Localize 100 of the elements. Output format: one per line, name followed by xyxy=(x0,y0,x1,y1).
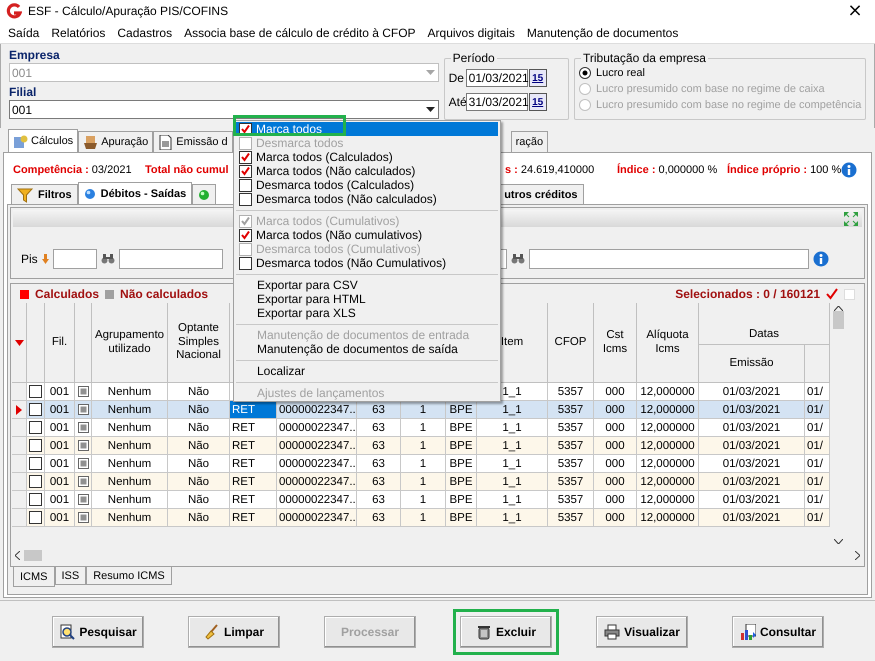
checkbox[interactable] xyxy=(29,511,42,524)
checkbox[interactable] xyxy=(239,164,252,178)
table-cell: 001 xyxy=(45,455,75,473)
table-cell: Não xyxy=(168,437,230,455)
column-header[interactable]: Agrupamento utilizado xyxy=(92,303,168,383)
column-header[interactable]: Alíquota Icms xyxy=(637,303,699,383)
date-field[interactable]: 31/03/2021 xyxy=(466,93,528,111)
info-icon[interactable] xyxy=(812,251,829,267)
arrow-down-icon[interactable] xyxy=(834,539,843,544)
menu-item[interactable]: Relatórios xyxy=(45,26,112,40)
menu-item[interactable]: Desmarca todos (Não Cumulativos) xyxy=(236,256,498,270)
checkbox[interactable] xyxy=(239,178,252,192)
tab[interactable] xyxy=(192,184,216,204)
arrow-up-icon[interactable] xyxy=(834,306,843,311)
checkbox[interactable] xyxy=(29,457,42,470)
button[interactable]: Visualizar xyxy=(596,616,688,648)
tab[interactable]: Débitos - Saídas xyxy=(78,182,192,204)
input-field[interactable] xyxy=(118,249,223,269)
radio-icon[interactable] xyxy=(579,67,591,79)
input-field[interactable] xyxy=(52,249,97,269)
table-cell: 01/03/2021 xyxy=(699,383,805,401)
dot-icon xyxy=(84,188,96,200)
scroll-thumb[interactable] xyxy=(833,311,844,329)
tab[interactable]: utros créditos xyxy=(498,184,584,204)
close-button[interactable]: × xyxy=(835,0,875,22)
column-header[interactable] xyxy=(12,303,27,383)
menu-item[interactable]: Manutenção de documentos xyxy=(520,26,684,40)
arrow-right-icon[interactable] xyxy=(855,551,860,560)
table-cell: 63 xyxy=(357,455,401,473)
table-cell: 000 xyxy=(594,473,637,491)
arrow-down-icon xyxy=(42,254,49,264)
checkbox[interactable] xyxy=(29,493,42,506)
calendar-button[interactable]: 15 xyxy=(528,69,547,87)
input-field[interactable] xyxy=(528,249,809,269)
tab[interactable]: Cálculos xyxy=(8,129,78,152)
table-cell: 001 xyxy=(45,401,75,419)
menu-item[interactable]: Exportar para CSV xyxy=(236,278,498,292)
checkbox[interactable] xyxy=(239,150,252,164)
info-icon[interactable] xyxy=(841,162,858,178)
table-cell: 12,000000 xyxy=(637,419,699,437)
tab[interactable]: ração xyxy=(510,131,548,152)
table-cell: 1 xyxy=(401,455,446,473)
menu-item[interactable]: Marca todos (Calculados) xyxy=(236,150,498,164)
checkbox[interactable] xyxy=(29,421,42,434)
date-field[interactable]: 01/03/2021 xyxy=(466,69,528,87)
menu-item[interactable]: Marca todos (Não calculados) xyxy=(236,164,498,178)
menu-item[interactable]: Cadastros xyxy=(111,26,178,40)
arrow-left-icon[interactable] xyxy=(15,551,20,560)
row-header[interactable] xyxy=(12,401,27,419)
checkbox[interactable] xyxy=(239,228,252,242)
tab[interactable]: Filtros xyxy=(11,184,78,204)
menu-item[interactable]: Associa base de cálculo de crédito à CFOP xyxy=(178,26,422,40)
tab[interactable]: Emissão d xyxy=(153,131,233,152)
tab[interactable]: ICMS xyxy=(13,567,54,587)
scroll-thumb[interactable] xyxy=(24,550,42,561)
checkbox[interactable] xyxy=(29,475,42,488)
table-cell: RET xyxy=(230,509,277,527)
menu-item[interactable]: Desmarca todos (Não calculados) xyxy=(236,192,498,206)
status-icon xyxy=(78,494,88,505)
binoculars-icon[interactable] xyxy=(510,254,525,264)
calendar-button[interactable]: 15 xyxy=(528,93,547,111)
tab[interactable]: ISS xyxy=(54,567,86,585)
checkbox[interactable] xyxy=(239,192,252,206)
scrollbar[interactable] xyxy=(12,547,863,564)
menu-item[interactable]: Desmarca todos (Calculados) xyxy=(236,178,498,192)
binoculars-icon[interactable] xyxy=(100,254,115,264)
menu-item[interactable]: Saída xyxy=(2,26,46,40)
button[interactable]: Pesquisar xyxy=(52,616,144,648)
menu-item[interactable]: Exportar para HTML xyxy=(236,292,498,306)
button[interactable]: Limpar xyxy=(188,616,280,648)
column-header[interactable]: Fil. xyxy=(45,303,75,383)
button[interactable]: Excluir xyxy=(460,616,552,648)
menu-item[interactable]: Arquivos digitais xyxy=(422,26,521,40)
column-header[interactable]: Emissão xyxy=(699,345,805,383)
combo-box[interactable]: 001 xyxy=(9,100,439,119)
dropdown-icon[interactable] xyxy=(426,107,435,112)
tab[interactable]: Resumo ICMS xyxy=(86,567,172,585)
table-cell: 001 xyxy=(45,383,75,401)
checkbox[interactable] xyxy=(29,403,42,416)
menu-item[interactable]: Marca todos (Não cumulativos) xyxy=(236,228,498,242)
checkbox[interactable] xyxy=(239,256,252,270)
tab[interactable]: Apuração xyxy=(78,131,154,152)
column-header[interactable]: CFOP xyxy=(548,303,594,383)
broom-icon xyxy=(204,624,220,640)
sort-icon[interactable] xyxy=(14,340,24,346)
column-group-header: Datas xyxy=(699,303,830,345)
checkbox[interactable] xyxy=(29,439,42,452)
table-cell: RET xyxy=(230,491,277,509)
radio-button[interactable]: Lucro real xyxy=(579,65,861,81)
button[interactable]: Consultar xyxy=(732,616,824,648)
checkbox[interactable] xyxy=(29,385,42,398)
column-header[interactable]: Optante Simples Nacional xyxy=(168,303,230,383)
menu-item[interactable]: Marca todos xyxy=(236,122,498,136)
table-cell: 000 xyxy=(594,383,637,401)
check-icon[interactable] xyxy=(826,288,838,300)
table-cell: 12,000000 xyxy=(637,473,699,491)
status-icon xyxy=(78,476,88,487)
summary-label: s : xyxy=(505,164,518,176)
column-header[interactable]: Cst Icms xyxy=(594,303,637,383)
expand-icon[interactable] xyxy=(844,212,858,226)
